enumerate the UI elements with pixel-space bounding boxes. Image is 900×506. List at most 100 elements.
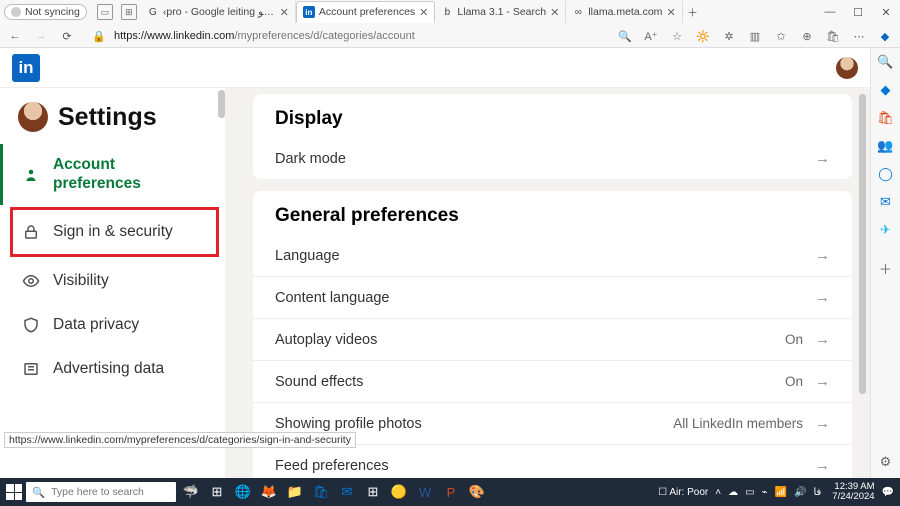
window-controls: ― ☐ ✕: [816, 0, 900, 24]
chevron-right-icon: →: [815, 373, 830, 390]
collections-icon[interactable]: ⊕: [798, 27, 816, 45]
settings-sidebar: Settings Account preferences Sign in & s…: [0, 88, 225, 478]
url-text: https://www.linkedin.com/mypreferences/d…: [114, 30, 415, 42]
mail-icon[interactable]: ✉: [336, 481, 358, 503]
send-icon[interactable]: ✈: [878, 222, 894, 238]
sidebar-item-label: Account preferences: [53, 156, 207, 193]
row-label: Content language: [275, 290, 815, 306]
sidebar-item-label: Data privacy: [53, 316, 139, 335]
status-bar-link: https://www.linkedin.com/mypreferences/d…: [4, 432, 356, 448]
profile-avatar[interactable]: [18, 102, 48, 132]
bluetooth-icon[interactable]: ⌁: [762, 487, 768, 498]
vertical-tabs-icon[interactable]: ⊞: [121, 4, 137, 20]
task-view-icon[interactable]: ⊞: [206, 481, 228, 503]
row-sound[interactable]: Sound effects On →: [253, 360, 852, 402]
extensions-icon[interactable]: ✲: [720, 27, 738, 45]
linkedin-logo-icon[interactable]: in: [12, 54, 40, 82]
new-tab-button[interactable]: ＋: [683, 5, 703, 20]
page-content: in Settings Account preferences Sign in …: [0, 48, 870, 478]
favorite-icon[interactable]: ☆: [668, 27, 686, 45]
tab-2[interactable]: b Llama 3.1 - Search ✕: [435, 1, 566, 23]
chrome-icon[interactable]: 🟡: [388, 481, 410, 503]
zoom-icon[interactable]: 🔆: [694, 27, 712, 45]
row-content-language[interactable]: Content language →: [253, 276, 852, 318]
tab-close-icon[interactable]: ✕: [666, 6, 675, 19]
forward-button: →: [32, 27, 50, 45]
tray-chevron-icon[interactable]: ˄: [715, 487, 721, 498]
tab-close-icon[interactable]: ✕: [550, 6, 559, 19]
profile-avatar[interactable]: [836, 57, 858, 79]
row-dark-mode[interactable]: Dark mode →: [253, 138, 852, 179]
taskbar-search[interactable]: 🔍 Type here to search: [26, 482, 176, 502]
address-bar[interactable]: 🔒 https://www.linkedin.com/mypreferences…: [84, 27, 608, 45]
sidebar-item-visibility[interactable]: Visibility: [0, 259, 225, 303]
search-icon[interactable]: 🔍: [878, 54, 894, 70]
sidebar-scrollbar[interactable]: [218, 88, 225, 478]
taskbar-clock[interactable]: 12:39 AM 7/24/2024: [832, 482, 874, 502]
volume-icon[interactable]: 🔊: [794, 487, 806, 498]
viewport: in Settings Account preferences Sign in …: [0, 48, 900, 478]
edge-icon[interactable]: 🌐: [232, 481, 254, 503]
lock-icon: 🔒: [90, 27, 108, 45]
search-placeholder: Type here to search: [51, 486, 144, 498]
tab-1-active[interactable]: in Account preferences ✕: [296, 1, 436, 23]
explorer-icon[interactable]: 📁: [284, 481, 306, 503]
minimize-button[interactable]: ―: [816, 0, 844, 24]
newspaper-icon: [21, 359, 41, 379]
tab-0[interactable]: G ‹pro - Google leiting کرائین کادیو ✕: [141, 1, 296, 23]
sync-status[interactable]: Not syncing: [4, 4, 87, 20]
tab-3[interactable]: ∞ llama.meta.com ✕: [566, 1, 682, 23]
sidebar-item-label: Visibility: [53, 272, 109, 291]
chevron-right-icon: →: [815, 415, 830, 432]
powerpoint-icon[interactable]: P: [440, 481, 462, 503]
onedrive-icon[interactable]: ☁: [728, 487, 738, 498]
tools-icon[interactable]: ◆: [878, 82, 894, 98]
sidebar-item-label: Advertising data: [53, 360, 164, 379]
gear-icon[interactable]: ⚙: [878, 454, 894, 470]
sidebar-item-ads[interactable]: Advertising data: [0, 347, 225, 391]
sidebar-item-privacy[interactable]: Data privacy: [0, 303, 225, 347]
grid-icon[interactable]: ⊞: [362, 481, 384, 503]
paint-icon[interactable]: 🎨: [466, 481, 488, 503]
row-label: Dark mode: [275, 151, 815, 167]
start-button[interactable]: [6, 484, 22, 500]
people-icon[interactable]: 👥: [878, 138, 894, 154]
store-icon[interactable]: 🛍: [310, 481, 332, 503]
shark-icon[interactable]: 🦈: [180, 481, 202, 503]
shopping-icon[interactable]: 🛍: [878, 110, 894, 126]
tab-close-icon[interactable]: ✕: [280, 6, 289, 19]
refresh-button[interactable]: ⟳: [58, 27, 76, 45]
notifications-icon[interactable]: 💬: [882, 487, 894, 498]
main-scrollbar[interactable]: [859, 94, 866, 394]
more-icon[interactable]: ⋯: [850, 27, 868, 45]
wifi-icon[interactable]: 📶: [775, 487, 787, 498]
outlook-icon[interactable]: ✉: [878, 194, 894, 210]
favorites-bar-icon[interactable]: ✩: [772, 27, 790, 45]
language-indicator[interactable]: فا: [813, 487, 821, 498]
workspaces-icon[interactable]: ▭: [97, 4, 113, 20]
battery-icon[interactable]: ▭: [745, 487, 754, 498]
weather-widget[interactable]: ☐ Air: Poor: [658, 487, 708, 498]
maximize-button[interactable]: ☐: [844, 0, 872, 24]
firefox-icon[interactable]: 🦊: [258, 481, 280, 503]
sync-label: Not syncing: [25, 6, 80, 18]
row-autoplay[interactable]: Autoplay videos On →: [253, 318, 852, 360]
circle-icon[interactable]: ◯: [878, 166, 894, 182]
tab-close-icon[interactable]: ✕: [419, 6, 428, 19]
split-icon[interactable]: ▥: [746, 27, 764, 45]
back-button[interactable]: ←: [6, 27, 24, 45]
browser-tool-icon[interactable]: 🛍: [824, 27, 842, 45]
close-button[interactable]: ✕: [872, 0, 900, 24]
copilot-icon[interactable]: ◆: [876, 27, 894, 45]
read-aloud-icon[interactable]: A⁺: [642, 27, 660, 45]
sidebar-item-account[interactable]: Account preferences: [0, 144, 225, 205]
section-title: General preferences: [253, 191, 852, 235]
add-icon[interactable]: ＋: [878, 260, 894, 276]
row-label: Feed preferences: [275, 458, 815, 474]
row-language[interactable]: Language →: [253, 235, 852, 276]
sidebar-item-security[interactable]: Sign in & security: [10, 207, 219, 257]
row-feed[interactable]: Feed preferences →: [253, 444, 852, 478]
search-icon[interactable]: 🔍: [616, 27, 634, 45]
tab-strip: Not syncing ▭ ⊞ G ‹pro - Google leiting …: [0, 0, 900, 24]
word-icon[interactable]: W: [414, 481, 436, 503]
